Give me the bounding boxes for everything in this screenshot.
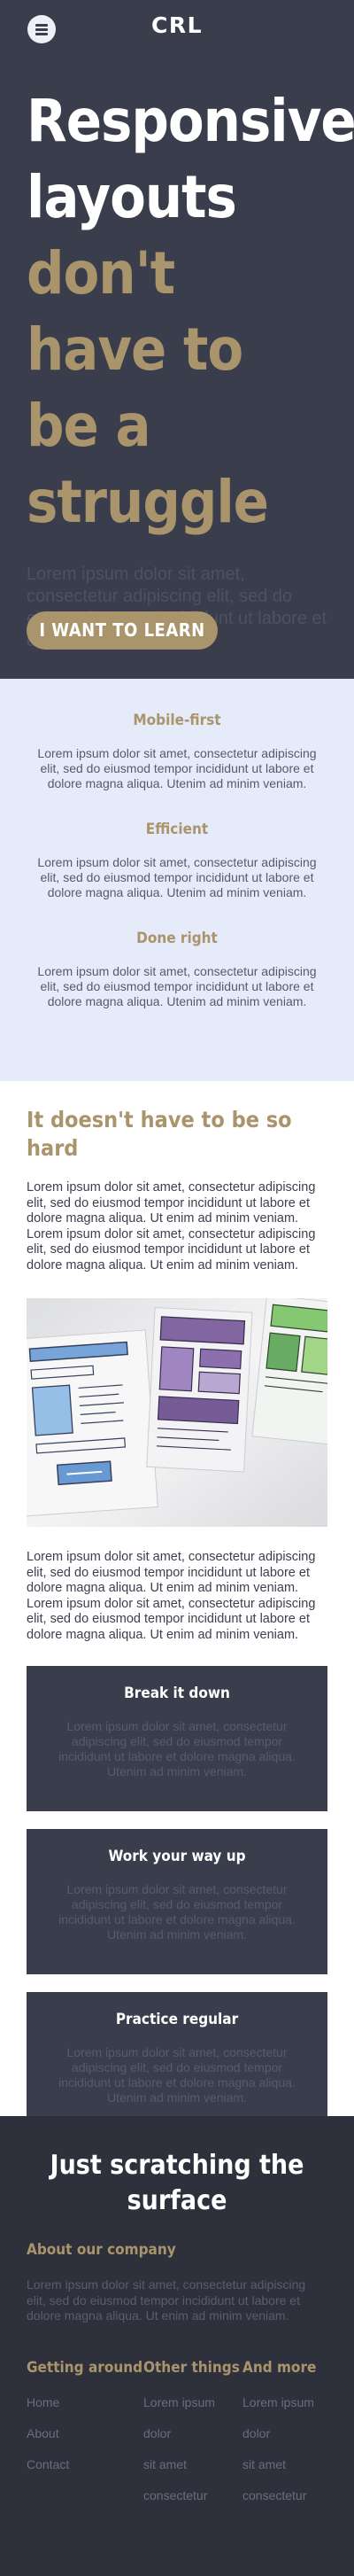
- learn-button[interactable]: I WANT TO LEARN: [27, 611, 218, 650]
- footer-column: Getting around Home About Contact: [27, 2358, 143, 2519]
- footer-link-home[interactable]: Home: [27, 2395, 143, 2410]
- features-section: Mobile-first Lorem ipsum dolor sit amet,…: [0, 679, 354, 1081]
- footer-link[interactable]: sit amet: [143, 2457, 242, 2472]
- feature-title: Efficient: [145, 821, 209, 838]
- footer-link[interactable]: sit amet: [242, 2457, 327, 2472]
- card-title: Practice regular: [115, 2011, 239, 2028]
- footer-link[interactable]: consectetur: [143, 2488, 242, 2503]
- info-card: Break it down Lorem ipsum dolor sit amet…: [27, 1666, 327, 1811]
- feature-text: Lorem ipsum dolor sit amet, consectetur …: [37, 964, 317, 1008]
- wireframe-sketch-image: [27, 1298, 327, 1527]
- footer-link[interactable]: dolor: [143, 2426, 242, 2441]
- footer-heading: Just scratching the surface: [50, 2150, 304, 2216]
- footer-column-title: Getting around: [27, 2358, 143, 2377]
- site-logo[interactable]: CRL: [0, 12, 354, 38]
- hero-title-line2: don't have to be a struggle: [27, 239, 269, 536]
- footer-link[interactable]: consectetur: [242, 2488, 327, 2503]
- main-heading: It doesn't have to be so hard: [27, 1107, 292, 1161]
- main-paragraph: Lorem ipsum dolor sit amet, consectetur …: [27, 1550, 316, 1642]
- card-text: Lorem ipsum dolor sit amet, consectetur …: [58, 1882, 296, 1942]
- footer-column: Other things Lorem ipsum dolor sit amet …: [143, 2358, 242, 2519]
- about-text: Lorem ipsum dolor sit amet, consectetur …: [27, 2277, 306, 2323]
- card-title: Work your way up: [108, 1848, 246, 1865]
- footer-link-about[interactable]: About: [27, 2426, 143, 2441]
- info-card: Work your way up Lorem ipsum dolor sit a…: [27, 1829, 327, 1974]
- hero-title-line1: Responsive layouts: [27, 87, 354, 231]
- footer-columns: Getting around Home About Contact Other …: [27, 2358, 327, 2519]
- footer-link[interactable]: dolor: [242, 2426, 327, 2441]
- footer-link-contact[interactable]: Contact: [27, 2457, 143, 2472]
- main-section: It doesn't have to be so hard Lorem ipsu…: [0, 1081, 354, 2137]
- footer-link[interactable]: Lorem ipsum: [143, 2395, 242, 2410]
- feature-item: Mobile-first Lorem ipsum dolor sit amet,…: [0, 711, 354, 791]
- footer-column-title: Other things: [143, 2358, 240, 2377]
- feature-title: Mobile-first: [133, 712, 221, 729]
- footer: Just scratching the surface About our co…: [0, 2116, 354, 2576]
- feature-title: Done right: [136, 930, 218, 947]
- card-title: Break it down: [124, 1685, 230, 1702]
- page: CRL Responsive layouts don't have to be …: [0, 0, 354, 2576]
- feature-item: Done right Lorem ipsum dolor sit amet, c…: [0, 929, 354, 1009]
- feature-text: Lorem ipsum dolor sit amet, consectetur …: [37, 746, 317, 790]
- about-title: About our company: [27, 2241, 176, 2259]
- card-text: Lorem ipsum dolor sit amet, consectetur …: [58, 1719, 296, 1778]
- card-text: Lorem ipsum dolor sit amet, consectetur …: [58, 2045, 296, 2105]
- footer-column: And more Lorem ipsum dolor sit amet cons…: [242, 2358, 327, 2519]
- hero-section: CRL Responsive layouts don't have to be …: [0, 0, 354, 679]
- feature-text: Lorem ipsum dolor sit amet, consectetur …: [37, 855, 317, 899]
- footer-link[interactable]: Lorem ipsum: [242, 2395, 327, 2410]
- main-paragraph: Lorem ipsum dolor sit amet, consectetur …: [27, 1180, 316, 1272]
- footer-column-title: And more: [242, 2358, 317, 2377]
- hero-title: Responsive layouts don't have to be a st…: [0, 58, 354, 541]
- top-nav: CRL: [0, 0, 354, 58]
- feature-item: Efficient Lorem ipsum dolor sit amet, co…: [0, 820, 354, 900]
